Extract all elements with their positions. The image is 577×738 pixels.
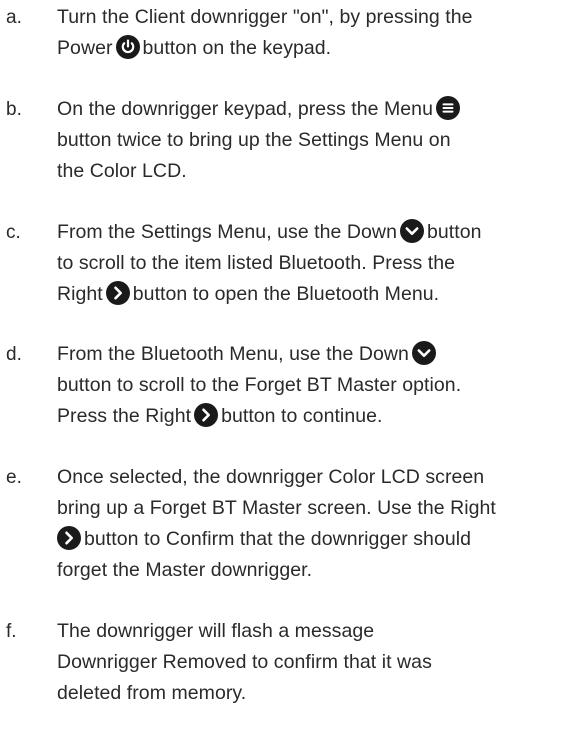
step-text: From the Bluetooth Menu, use the Down bu…: [57, 339, 567, 432]
down-chevron-icon: [399, 219, 424, 243]
step-text-line: to scroll to the item listed Bluetooth. …: [57, 252, 456, 274]
step-text-line: Turn the Client downrigger "on", by pres…: [57, 6, 473, 28]
step-text-line: From the Settings Menu, use the Down: [57, 221, 397, 243]
step-text-line: deleted from memory.: [57, 682, 247, 704]
step-letter: b.: [6, 99, 22, 120]
step-letter: d.: [6, 344, 22, 365]
step-text: On the downrigger keypad, press the Menu…: [57, 94, 567, 187]
down-chevron-icon: [411, 341, 436, 365]
step-text: From the Settings Menu, use the Down butt…: [57, 217, 567, 310]
step-text-line: From the Bluetooth Menu, use the Down: [57, 343, 409, 365]
menu-icon: [435, 96, 460, 120]
step-text-line: Downrigger Removed to confirm that it wa…: [57, 651, 432, 673]
step-text: Once selected, the downrigger Color LCD …: [57, 462, 567, 586]
step-text-line: Power: [57, 37, 113, 59]
step-letter: c.: [6, 222, 21, 243]
step-text-line: button to scroll to the Forget BT Master…: [57, 374, 462, 396]
step-letter: a.: [6, 7, 22, 28]
step-text-line: button to continue.: [221, 405, 383, 427]
step-text-line: Right: [57, 283, 103, 305]
step-text-line: button to open the Bluetooth Menu.: [132, 283, 440, 305]
step-text-line: bring up a Forget BT Master screen. Use …: [57, 497, 496, 519]
step-letter: f.: [6, 621, 17, 642]
power-icon: [115, 35, 140, 59]
step-letter: e.: [6, 467, 22, 488]
step-text-line: On the downrigger keypad, press the Menu: [57, 98, 433, 120]
step-text-line: Press the Right: [57, 405, 192, 427]
right-chevron-icon: [105, 281, 130, 305]
step-text-line: button: [426, 221, 482, 243]
step-text-line: forget the Master downrigger.: [57, 559, 313, 581]
right-chevron-icon: [57, 526, 81, 550]
step-text-line: Once selected, the downrigger Color LCD …: [57, 466, 485, 488]
step-text-line: button to Confirm that the downrigger sh…: [84, 528, 472, 550]
step-text-line: The downrigger will flash a message: [57, 620, 375, 642]
step-text-line: button twice to bring up the Settings Me…: [57, 129, 451, 151]
right-chevron-icon: [194, 403, 219, 427]
step-text-line: the Color LCD.: [57, 160, 187, 182]
step-text-line: button on the keypad.: [142, 37, 332, 59]
step-text: Turn the Client downrigger "on", by pres…: [57, 2, 567, 64]
step-text: The downrigger will flash a message Down…: [57, 616, 567, 709]
